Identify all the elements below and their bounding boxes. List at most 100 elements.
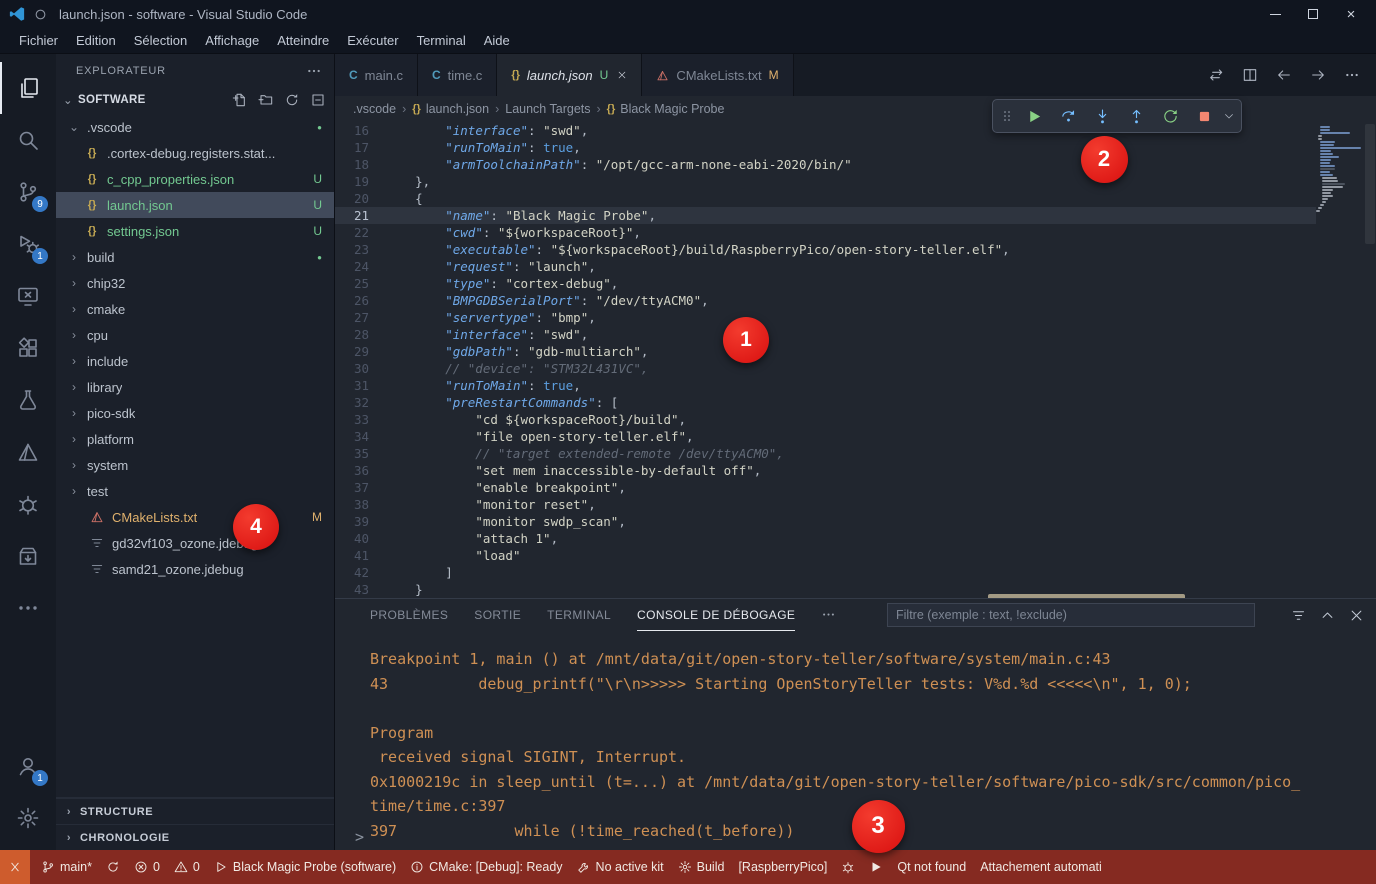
status-sync[interactable] [99, 850, 127, 884]
tree-item-vscode[interactable]: ⌄.vscode● [56, 114, 334, 140]
menu-terminal[interactable]: Terminal [408, 30, 475, 52]
tree-item-test[interactable]: ›test [56, 478, 334, 504]
tree-item-library[interactable]: ›library [56, 374, 334, 400]
tree-item-cmakelists-txt[interactable]: CMakeLists.txtM [56, 504, 334, 530]
editor-scrollbar[interactable] [1364, 122, 1376, 598]
tab-main-c[interactable]: Cmain.c [335, 54, 418, 96]
tree-item-c-cpp-properties-json[interactable]: {}c_cpp_properties.jsonU [56, 166, 334, 192]
tab-cmakelists-txt[interactable]: CMakeLists.txtM [642, 54, 793, 96]
activity-additional-views[interactable] [0, 582, 56, 634]
activity-manage-settings[interactable] [0, 792, 56, 844]
menu-edition[interactable]: Edition [67, 30, 125, 52]
debug-more-icon[interactable] [1223, 110, 1235, 122]
minimize-button[interactable] [1258, 2, 1292, 26]
tree-item-chip32[interactable]: ›chip32 [56, 270, 334, 296]
tree-item-platform[interactable]: ›platform [56, 426, 334, 452]
activity-package-explorer[interactable] [0, 530, 56, 582]
tree-item-pico-sdk[interactable]: ›pico-sdk [56, 400, 334, 426]
navigate-forward-icon[interactable] [1310, 67, 1326, 83]
menu-fichier[interactable]: Fichier [10, 30, 67, 52]
new-file-icon[interactable] [232, 92, 248, 108]
tree-item-settings-json[interactable]: {}settings.jsonU [56, 218, 334, 244]
status-cmake-debug[interactable] [834, 850, 862, 884]
menu-s-lection[interactable]: Sélection [125, 30, 196, 52]
section-structure[interactable]: ›STRUCTURE [56, 798, 334, 824]
debug-step-over-button[interactable] [1053, 102, 1083, 130]
navigate-back-icon[interactable] [1276, 67, 1292, 83]
panel-tab-sortie[interactable]: SORTIE [474, 599, 521, 631]
tree-item-gd32vf103-ozone-jdebug[interactable]: gd32vf103_ozone.jdebug [56, 530, 334, 556]
tree-item-samd21-ozone-jdebug[interactable]: samd21_ozone.jdebug [56, 556, 334, 582]
split-editor-icon[interactable] [1242, 67, 1258, 83]
status-cmake-status[interactable]: CMake: [Debug]: Ready [403, 850, 569, 884]
debug-console-prompt[interactable]: > [355, 828, 364, 846]
activity-extensions[interactable] [0, 322, 56, 374]
status-cmake-kit[interactable]: No active kit [570, 850, 671, 884]
tab-launch-json[interactable]: {}launch.jsonU [497, 54, 642, 96]
code-editor[interactable]: 16 "interface": "swd",17 "runToMain": tr… [335, 122, 1376, 598]
maximize-button[interactable] [1296, 2, 1330, 26]
activity-cmake-tools[interactable] [0, 426, 56, 478]
tree-item-include[interactable]: ›include [56, 348, 334, 374]
status-qt-status[interactable]: Qt not found [890, 850, 973, 884]
git-status-badge: U [313, 224, 322, 238]
tree-item-cpu[interactable]: ›cpu [56, 322, 334, 348]
breadcrumb-item-launch-json[interactable]: {}launch.json [412, 102, 489, 116]
activity-debug-bug[interactable] [0, 478, 56, 530]
tree-item-build[interactable]: ›build● [56, 244, 334, 270]
open-changes-icon[interactable] [1208, 67, 1224, 83]
activity-testing[interactable] [0, 374, 56, 426]
close-button[interactable]: × [1334, 2, 1368, 26]
status-build-target[interactable]: [RaspberryPico] [731, 850, 834, 884]
panel-more-actions-icon[interactable] [821, 599, 836, 631]
minimap[interactable] [1316, 126, 1362, 213]
panel-tab-terminal[interactable]: TERMINAL [547, 599, 611, 631]
status-git-branch[interactable]: main* [34, 850, 99, 884]
maximize-panel-icon[interactable] [1320, 608, 1335, 623]
menu-atteindre[interactable]: Atteindre [268, 30, 338, 52]
status-cmake-build[interactable]: Build [671, 850, 732, 884]
section-chronologie[interactable]: ›CHRONOLOGIE [56, 824, 334, 850]
debug-restart-button[interactable] [1155, 102, 1185, 130]
tree-item-launch-json[interactable]: {}launch.jsonU [56, 192, 334, 218]
section-software[interactable]: ⌄ SOFTWARE [56, 88, 334, 112]
debug-stop-button[interactable] [1189, 102, 1219, 130]
breadcrumb-item-vscode[interactable]: .vscode [353, 102, 396, 116]
status-cmake-launch[interactable] [862, 850, 890, 884]
activity-remote-explorer[interactable] [0, 270, 56, 322]
panel-tab-probl-mes[interactable]: PROBLÈMES [370, 599, 448, 631]
tree-item-cmake[interactable]: ›cmake [56, 296, 334, 322]
debug-step-into-button[interactable] [1087, 102, 1117, 130]
views-more-actions-icon[interactable] [306, 63, 322, 79]
close-panel-icon[interactable] [1349, 608, 1364, 623]
activity-explorer[interactable] [0, 62, 56, 114]
menu-affichage[interactable]: Affichage [196, 30, 268, 52]
status-remote-window[interactable] [0, 850, 30, 884]
tab-time-c[interactable]: Ctime.c [418, 54, 497, 96]
activity-search[interactable] [0, 114, 56, 166]
collapse-folders-icon[interactable] [310, 92, 326, 108]
activity-run-and-debug[interactable]: 1 [0, 218, 56, 270]
console-filter-input[interactable] [887, 603, 1255, 627]
drag-handle[interactable] [999, 108, 1015, 124]
panel-tab-console-de-d-bogage[interactable]: CONSOLE DE DÉBOGAGE [637, 599, 795, 631]
status-warnings[interactable]: 0 [167, 850, 207, 884]
status-auto-attach[interactable]: Attachement automati [973, 850, 1109, 884]
breadcrumb-item-black-magic-probe[interactable]: {}Black Magic Probe [607, 102, 725, 116]
tree-item-system[interactable]: ›system [56, 452, 334, 478]
activity-accounts[interactable]: 1 [0, 740, 56, 792]
refresh-explorer-icon[interactable] [284, 92, 300, 108]
debug-step-out-button[interactable] [1121, 102, 1151, 130]
close-tab-icon[interactable] [617, 70, 627, 80]
activity-source-control[interactable]: 9 [0, 166, 56, 218]
new-folder-icon[interactable] [258, 92, 274, 108]
filter-options-icon[interactable] [1291, 608, 1306, 623]
breadcrumb-item-launch-targets[interactable]: Launch Targets [505, 102, 590, 116]
tree-item-cortex-debug-registers-stat[interactable]: {}.cortex-debug.registers.stat... [56, 140, 334, 166]
more-editor-actions-icon[interactable] [1344, 67, 1360, 83]
status-debug-configuration[interactable]: Black Magic Probe (software) [207, 850, 403, 884]
debug-continue-button[interactable] [1019, 102, 1049, 130]
status-errors[interactable]: 0 [127, 850, 167, 884]
menu-aide[interactable]: Aide [475, 30, 519, 52]
menu-ex-cuter[interactable]: Exécuter [338, 30, 407, 52]
